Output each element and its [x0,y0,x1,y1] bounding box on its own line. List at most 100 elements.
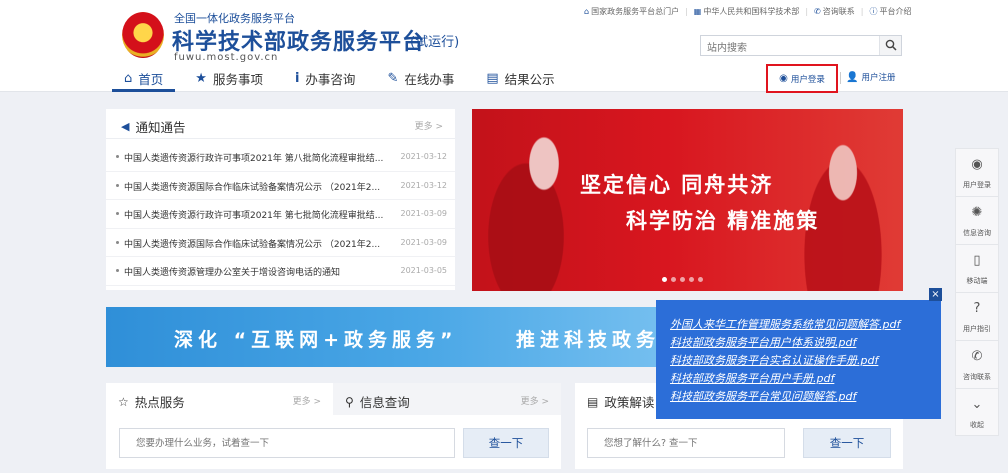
list-item: 科技部政务服务平台用户手册.pdf [670,370,900,388]
location-pin-icon: ⚲ [345,394,354,409]
banner-photo-right [783,109,903,291]
trial-label: (试运行) [410,35,460,50]
pdf-link[interactable]: 科技部政务服务平台实名认证操作手册.pdf [670,354,878,367]
register-button[interactable]: 👤 用户注册 [846,71,895,84]
more-link[interactable]: 更多 > [521,394,549,407]
list-item[interactable]: 中国人类遗传资源国际合作临床试验备案情况公示 （2021年2... 2021-03… [106,172,455,200]
carousel-dot[interactable] [689,277,694,282]
list-item[interactable]: 中国人类遗传资源国际合作临床试验备案情况公示 （2021年2... 2021-03… [106,229,455,257]
notice-list: 中国人类遗传资源行政许可事项2021年 第八批简化流程审批结... 2021-03… [106,143,455,286]
list-item: 科技部政务服务平台实名认证操作手册.pdf [670,352,900,370]
policy-search-button[interactable]: 查一下 [803,428,891,458]
pdf-link[interactable]: 科技部政务服务平台用户体系说明.pdf [670,336,856,349]
nav-services[interactable]: ★ 服务事项 [179,66,279,90]
policy-search-input[interactable] [588,429,784,457]
top-links: ⌂ 国家政务服务平台总门户 | ▦ 中华人民共和国科学技术部 | ✆ 咨询联系 | ⓘ… [584,6,911,17]
download-popup: 外国人来华工作管理服务系统常见问题解答.pdf 科技部政务服务平台用户体系说明.… [656,300,941,419]
notice-title: ◀ 通知通告 [121,120,186,135]
tab-info-query[interactable]: ⚲ 信息查询 更多 > [333,383,561,415]
service-search-button[interactable]: 查一下 [463,428,549,458]
home-icon: ⌂ [584,7,590,16]
banner-slogan-2: 科学防治 精准施策 [626,209,820,233]
divider: | [805,7,809,16]
national-emblem-logo[interactable]: ★ [122,12,164,58]
carousel-dot[interactable] [680,277,685,282]
carousel-dot[interactable] [698,277,703,282]
policy-title: ▤ 政策解读 [587,394,655,411]
bulb-icon: ✺ [971,205,983,220]
building-icon: ▦ [693,7,702,16]
list-item[interactable]: 中国人类遗传资源管理办公室关于增设咨询电话的通知 2021-03-05 [106,257,455,286]
nav-consult[interactable]: i 办事咨询 [279,66,371,90]
strip-text-right: 推进科技政务 [516,329,661,351]
star-outline-icon: ☆ [118,394,129,409]
carousel-dot[interactable] [671,277,676,282]
phone-icon: ✆ [814,7,821,16]
more-link[interactable]: 更多 > [293,394,321,407]
list-item[interactable]: 中国人类遗传资源行政许可事项2021年 第七批简化流程审批结... 2021-03… [106,200,455,229]
popup-link-list: 外国人来华工作管理服务系统常见问题解答.pdf 科技部政务服务平台用户体系说明.… [670,316,900,406]
mobile-icon: ▯ [973,253,981,268]
floating-sidebar: ◉ 用户登录 ✺ 信息咨询 ▯ 移动端 ? 用户指引 ✆ 咨询联系 ⌄ 收起 [955,148,999,436]
divider: | [685,7,688,16]
bullet [116,183,119,187]
help-icon: ? [973,301,981,316]
nav-results[interactable]: ▤ 结果公示 [470,66,570,90]
top-link-most[interactable]: ▦ 中华人民共和国科学技术部 [694,6,800,17]
sidebar-item-login[interactable]: ◉ 用户登录 [956,149,998,197]
bullet [116,155,119,158]
sidebar-item-collapse[interactable]: ⌄ 收起 [956,389,998,437]
info-icon: ⓘ [869,7,878,16]
more-link[interactable]: 更多 > [415,119,443,132]
sidebar-item-guide[interactable]: ? 用户指引 [956,293,998,341]
home-icon: ⌂ [124,70,133,86]
star-icon: ★ [195,70,207,86]
search-input[interactable] [701,39,877,58]
megaphone-icon: ◀ [121,120,130,133]
pdf-link[interactable]: 科技部政务服务平台常见问题解答.pdf [670,390,856,403]
carousel-dot[interactable] [662,277,667,282]
sidebar-item-contact[interactable]: ✆ 咨询联系 [956,341,998,389]
policy-search-box [587,428,785,458]
list-item: 科技部政务服务平台用户体系说明.pdf [670,334,900,352]
top-link-portal[interactable]: ⌂ 国家政务服务平台总门户 [584,6,679,17]
sidebar-item-mobile[interactable]: ▯ 移动端 [956,245,998,293]
top-link-about[interactable]: ⓘ 平台介绍 [869,6,911,17]
login-button[interactable]: ◉ 用户登录 [766,64,838,93]
document-icon: ▤ [486,70,499,86]
chevron-down-icon: ⌄ [971,397,983,412]
tab-hot-services[interactable]: ☆ 热点服务 更多 > [106,383,333,415]
panel-header: ◀ 通知通告 更多 > [106,109,455,139]
sidebar-item-consult[interactable]: ✺ 信息咨询 [956,197,998,245]
bullet [116,240,119,244]
services-panel: ☆热点服务 更多 > ⚲信息查询 更多 > 查一下 [106,383,561,469]
banner-photo-left [472,109,592,291]
service-search-input[interactable] [120,429,454,457]
divider [840,72,841,84]
service-search-box [119,428,455,458]
phone-icon: ✆ [971,349,983,364]
banner-slogan-1: 坚定信心 同舟共济 [580,173,774,197]
top-link-contact[interactable]: ✆ 咨询联系 [814,6,855,17]
info-icon: i [294,70,300,86]
notice-panel: ◀ 通知通告 更多 > 中国人类遗传资源行政许可事项2021年 第八批简化流程审批… [106,109,455,290]
document-icon: ▤ [587,394,599,409]
list-item: 外国人来华工作管理服务系统常见问题解答.pdf [670,316,900,334]
site-search [700,35,902,58]
main-nav: ⌂ 首页 ★ 服务事项 i 办事咨询 ✎ 在线办事 ▤ 结果公示 [108,66,571,92]
hero-banner[interactable]: 坚定信心 同舟共济 科学防治 精准施策 [472,109,903,291]
pdf-link[interactable]: 外国人来华工作管理服务系统常见问题解答.pdf [670,318,900,331]
close-icon[interactable]: × [929,288,942,301]
strip-text-left: 深化 “互联网+政务服务” [174,329,458,351]
bullet [116,269,119,272]
nav-home[interactable]: ⌂ 首页 [108,66,179,92]
search-button[interactable] [879,36,901,55]
nav-online[interactable]: ✎ 在线办事 [371,66,470,90]
list-item[interactable]: 中国人类遗传资源行政许可事项2021年 第八批简化流程审批结... 2021-03… [106,143,455,172]
carousel-dots [662,277,703,282]
site-domain: fuwu.most.gov.cn [174,52,279,63]
pdf-link[interactable]: 科技部政务服务平台用户手册.pdf [670,372,834,385]
search-icon [885,39,897,51]
divider: | [860,7,864,16]
user-icon: ◉ [971,157,983,172]
